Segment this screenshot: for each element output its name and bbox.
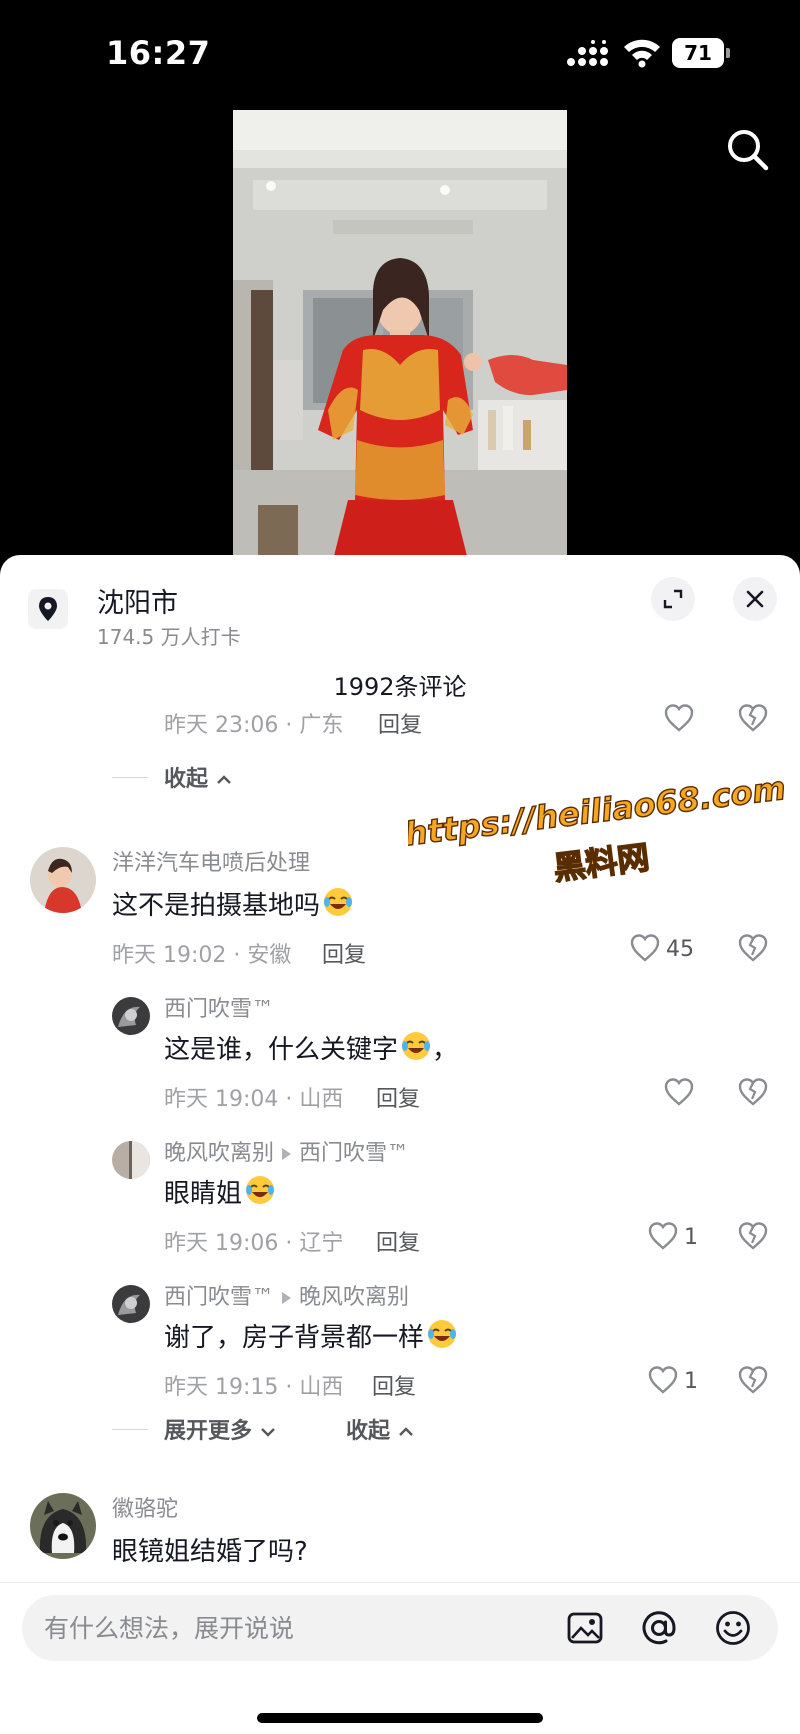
image-picker-icon[interactable] xyxy=(566,1609,604,1647)
divider xyxy=(112,777,148,778)
location-city: 沈阳市 xyxy=(97,588,178,619)
battery-indicator: 71 xyxy=(672,38,730,68)
comment-username[interactable]: 徽骆驼 xyxy=(112,1491,178,1523)
reply-arrow-icon xyxy=(282,1292,292,1304)
avatar[interactable] xyxy=(30,1493,96,1559)
like-icon[interactable] xyxy=(646,1219,680,1253)
comment-meta: 昨天 19:02 · 安徽 xyxy=(112,943,292,968)
video-frame-image xyxy=(233,110,567,560)
reply-body-tail: ， xyxy=(432,1035,459,1065)
avatar-image xyxy=(30,847,96,913)
comment-body: 这不是拍摄基地吗 xyxy=(112,891,321,921)
avatar-image xyxy=(112,1285,150,1323)
divider xyxy=(112,1429,148,1430)
reply-button[interactable]: 回复 xyxy=(378,707,422,739)
reply-target-username[interactable]: 西门吹雪™ xyxy=(299,1141,409,1166)
reply-button[interactable]: 回复 xyxy=(322,937,366,969)
watermark-brand: 黑料网 xyxy=(551,838,651,887)
dislike-icon[interactable] xyxy=(736,1363,770,1397)
reply-username-line: 西门吹雪™ 晚风吹离别 xyxy=(164,1279,409,1311)
reply-username[interactable]: 西门吹雪™ xyxy=(164,991,274,1023)
laugh-cry-emoji-icon xyxy=(428,1320,457,1348)
search-icon[interactable] xyxy=(722,124,774,176)
dislike-icon[interactable] xyxy=(736,931,770,965)
dislike-icon[interactable] xyxy=(736,1219,770,1253)
comment-input-container[interactable] xyxy=(22,1595,778,1661)
reply-username[interactable]: 晚风吹离别 xyxy=(164,1141,274,1166)
expand-more-button[interactable]: 展开更多 xyxy=(164,1413,276,1445)
reply-username-line: 晚风吹离别 西门吹雪™ xyxy=(164,1135,409,1167)
comment-count: 1992条评论 xyxy=(333,673,467,701)
like-icon[interactable] xyxy=(662,1075,696,1109)
avatar[interactable] xyxy=(112,997,150,1035)
avatar-image xyxy=(112,997,150,1035)
reply-meta: 昨天 19:06 · 辽宁 xyxy=(164,1231,344,1256)
reply-button[interactable]: 回复 xyxy=(376,1081,420,1113)
cellular-signal-icon xyxy=(567,40,608,66)
like-icon[interactable] xyxy=(662,701,696,735)
comment-sheet: 沈阳市 174.5 万人打卡 1992条评论 昨天 23:06 · 广东 回复 … xyxy=(0,555,800,1734)
collapse-replies-button[interactable]: 收起 xyxy=(346,1413,414,1445)
reply-target-username[interactable]: 晚风吹离别 xyxy=(299,1285,409,1310)
avatar-image xyxy=(112,1141,150,1179)
expand-button[interactable] xyxy=(651,577,695,621)
comment-text: 眼镜姐结婚了吗? xyxy=(112,1537,308,1567)
like-icon[interactable] xyxy=(628,931,662,965)
status-time: 16:27 xyxy=(106,34,211,72)
avatar[interactable] xyxy=(30,847,96,913)
laugh-cry-emoji-icon xyxy=(402,1032,431,1060)
chevron-up-icon xyxy=(398,1427,413,1436)
collapse-label: 收起 xyxy=(346,1419,391,1444)
reply-text: 这是谁，什么关键字 ， xyxy=(164,1029,458,1066)
like-count: 1 xyxy=(684,1225,698,1250)
battery-tip xyxy=(726,48,730,58)
like-icon[interactable] xyxy=(646,1363,680,1397)
collapse-label: 收起 xyxy=(164,767,209,792)
close-button[interactable] xyxy=(733,577,777,621)
comment-username[interactable]: 洋洋汽车电喷后处理 xyxy=(112,845,310,877)
reply-button[interactable]: 回复 xyxy=(376,1225,420,1257)
reply-meta: 昨天 23:06 · 广东 xyxy=(164,713,344,738)
reply-body: 这是谁，什么关键字 xyxy=(164,1035,399,1065)
laugh-cry-emoji-icon xyxy=(246,1176,275,1204)
comment-text: 这不是拍摄基地吗 xyxy=(112,885,354,922)
reply-body: 谢了，房子背景都一样 xyxy=(164,1323,425,1353)
like-count: 1 xyxy=(684,1369,698,1394)
status-bar: 16:27 71 xyxy=(0,0,800,110)
collapse-replies-button[interactable]: 收起 xyxy=(164,761,232,793)
emoji-picker-icon[interactable] xyxy=(714,1609,752,1647)
watermark: https://heiliao68.com 黑料网 xyxy=(408,780,788,888)
like-count: 45 xyxy=(666,937,694,962)
reply-meta: 昨天 19:15 · 山西 xyxy=(164,1375,344,1400)
reply-text: 谢了，房子背景都一样 xyxy=(164,1317,458,1354)
video-player[interactable] xyxy=(233,110,567,560)
watermark-url: https://heiliao68.com xyxy=(408,780,788,853)
comment-input[interactable] xyxy=(44,1595,544,1661)
comment-input-bar xyxy=(0,1582,800,1734)
avatar[interactable] xyxy=(112,1141,150,1179)
location-pin-container xyxy=(28,589,68,629)
avatar-image xyxy=(30,1493,96,1559)
chevron-up-icon xyxy=(216,775,231,784)
dislike-icon[interactable] xyxy=(736,1075,770,1109)
avatar[interactable] xyxy=(112,1285,150,1323)
dislike-icon[interactable] xyxy=(736,701,770,735)
laugh-cry-emoji-icon xyxy=(324,888,353,916)
expand-more-label: 展开更多 xyxy=(164,1419,253,1444)
reply-body: 眼睛姐 xyxy=(164,1179,243,1209)
home-indicator[interactable] xyxy=(257,1713,543,1723)
reply-button[interactable]: 回复 xyxy=(372,1369,416,1401)
reply-arrow-icon xyxy=(282,1148,292,1160)
mention-icon[interactable] xyxy=(640,1609,678,1647)
reply-username[interactable]: 西门吹雪™ xyxy=(164,1285,274,1310)
reply-meta: 昨天 19:04 · 山西 xyxy=(164,1087,344,1112)
chevron-down-icon xyxy=(260,1428,275,1437)
battery-level: 71 xyxy=(672,38,724,68)
location-checkins: 174.5 万人打卡 xyxy=(97,625,241,649)
reply-text: 眼睛姐 xyxy=(164,1173,276,1210)
close-icon xyxy=(746,590,764,608)
expand-icon xyxy=(663,589,683,609)
wifi-icon xyxy=(624,39,660,68)
location-pin-icon xyxy=(39,597,57,621)
